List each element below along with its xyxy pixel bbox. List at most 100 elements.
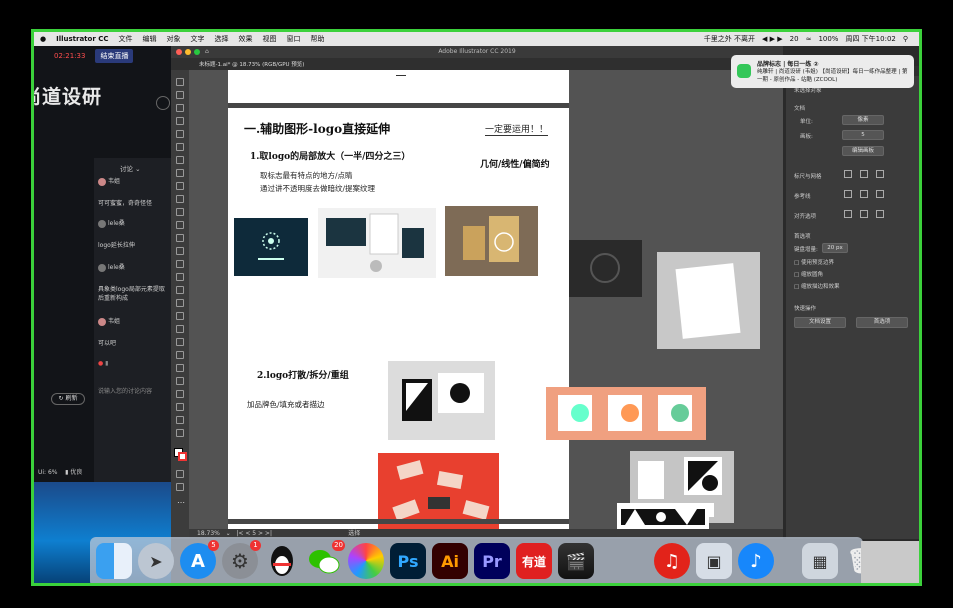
preview-icon[interactable]: ▣ (696, 543, 732, 579)
menu-select[interactable]: 选择 (215, 34, 229, 44)
document-tab[interactable]: 未标题-1.ai* @ 18.73% (RGB/GPU 预览) (199, 60, 304, 68)
guides-icon[interactable] (844, 190, 852, 198)
unit-select[interactable]: 像素 (842, 115, 884, 125)
screen-mode-icon[interactable] (176, 483, 184, 491)
blend-tool-icon[interactable] (176, 351, 184, 359)
edit-artboard-button[interactable]: 编辑画板 (842, 146, 884, 156)
free-transform-tool-icon[interactable] (176, 273, 184, 281)
width-tool-icon[interactable] (176, 260, 184, 268)
launchpad-icon[interactable]: ➤ (138, 543, 174, 579)
record-icon[interactable]: ● (98, 360, 103, 367)
rectangle-tool-icon[interactable] (176, 182, 184, 190)
wechat-icon[interactable]: 20 (306, 540, 345, 579)
menu-view[interactable]: 视图 (263, 34, 277, 44)
apple-icon[interactable]: ● (40, 35, 46, 43)
artboard-canvas-2[interactable]: 2.logo打散/拆分/重组 加品牌色/填充或者描边 (228, 333, 569, 535)
zoom-tool-icon[interactable] (176, 429, 184, 437)
menu-file[interactable]: 文件 (119, 34, 133, 44)
finder-icon[interactable] (96, 543, 132, 579)
minimize-window-button[interactable] (185, 49, 191, 55)
document-setup-button[interactable]: 文档设置 (794, 317, 846, 328)
shaper-tool-icon[interactable] (176, 208, 184, 216)
zoom-level[interactable]: 18.73% (197, 530, 220, 537)
lock-guides-icon[interactable] (876, 190, 884, 198)
wechat-menubar-count[interactable]: 20 (790, 35, 799, 43)
ruler-icon[interactable] (844, 170, 852, 178)
curvature-tool-icon[interactable] (176, 143, 184, 151)
pen-tool-icon[interactable] (176, 130, 184, 138)
netease-music-icon[interactable]: ♫ (654, 543, 690, 579)
checkbox-preview-bounds[interactable]: □ 使用预览边界 (794, 258, 834, 266)
artboard-tool-icon[interactable] (176, 390, 184, 398)
chat-title[interactable]: 讨论 ⌄ (120, 163, 141, 173)
direct-selection-tool-icon[interactable] (176, 91, 184, 99)
music-player-icon[interactable]: ♪ (738, 543, 774, 579)
menu-window[interactable]: 窗口 (287, 34, 301, 44)
folder-icon[interactable]: ▮ (105, 360, 108, 367)
premiere-icon[interactable]: Pr (474, 543, 510, 579)
selection-tool-icon[interactable] (176, 78, 184, 86)
wifi-icon[interactable]: ≈ (806, 35, 812, 43)
search-icon[interactable]: ⚲ (903, 35, 908, 43)
photoshop-icon[interactable]: Ps (390, 543, 426, 579)
key-increment-input[interactable]: 20 px (822, 243, 848, 253)
checkbox-scale-strokes[interactable]: □ 缩放描边和效果 (794, 282, 839, 290)
system-preferences-icon[interactable]: ⚙ 1 (222, 540, 261, 579)
perspective-grid-tool-icon[interactable] (176, 299, 184, 307)
refresh-button[interactable]: ↻ 刷新 (51, 393, 85, 405)
symbol-sprayer-tool-icon[interactable] (176, 364, 184, 372)
hand-tool-icon[interactable] (176, 416, 184, 424)
transparency-grid-icon[interactable] (876, 170, 884, 178)
page-number[interactable]: 5 (252, 530, 256, 537)
preferences-button[interactable]: 首选项 (856, 317, 908, 328)
checkbox-scale-corners[interactable]: □ 缩放圆角 (794, 270, 823, 278)
shape-builder-tool-icon[interactable] (176, 286, 184, 294)
battery-text[interactable]: 100% (818, 35, 838, 43)
now-playing-text[interactable]: 千里之外 不离开 (704, 34, 755, 44)
notification-banner[interactable]: 品牌标志 | 每日一练 ② 纯雕轩 | 尚道设研 (韦姐) 【尚道设研】每日一练… (731, 55, 914, 88)
user-avatar-icon[interactable] (156, 96, 170, 110)
smart-guides-icon[interactable] (860, 190, 868, 198)
eyedropper-tool-icon[interactable] (176, 338, 184, 346)
lasso-tool-icon[interactable] (176, 117, 184, 125)
chat-input[interactable]: 说输入您的讨论内容 (98, 386, 152, 395)
line-tool-icon[interactable] (176, 169, 184, 177)
draw-mode-icon[interactable] (176, 470, 184, 478)
illustrator-icon[interactable]: Ai (432, 543, 468, 579)
mesh-tool-icon[interactable] (176, 312, 184, 320)
menu-object[interactable]: 对象 (167, 34, 181, 44)
eraser-tool-icon[interactable] (176, 221, 184, 229)
more-tools-icon[interactable]: ⋯ (177, 498, 185, 507)
qq-icon[interactable] (264, 543, 300, 579)
photos-icon[interactable] (348, 543, 384, 579)
type-tool-icon[interactable] (176, 156, 184, 164)
youdao-dictionary-icon[interactable]: 有道 (516, 543, 552, 579)
menu-edit[interactable]: 编辑 (143, 34, 157, 44)
media-controls-icon[interactable]: ◀ ▶ ▶ (762, 35, 783, 43)
clock-text[interactable]: 周四 下午10:02 (845, 34, 895, 44)
rotate-tool-icon[interactable] (176, 234, 184, 242)
column-graph-tool-icon[interactable] (176, 377, 184, 385)
menu-help[interactable]: 帮助 (311, 34, 325, 44)
align-key-icon[interactable] (876, 210, 884, 218)
paintbrush-tool-icon[interactable] (176, 195, 184, 203)
home-icon[interactable]: ⌂ (205, 46, 209, 58)
app-store-icon[interactable]: A5 (180, 540, 219, 579)
close-window-button[interactable] (176, 49, 182, 55)
slice-tool-icon[interactable] (176, 403, 184, 411)
magic-wand-tool-icon[interactable] (176, 104, 184, 112)
end-live-button[interactable]: 结束直播 (95, 49, 134, 63)
final-cut-icon[interactable]: 🎬 (558, 543, 594, 579)
menu-type[interactable]: 文字 (191, 34, 205, 44)
screenshot-folder-icon[interactable]: ▦ (802, 543, 838, 579)
scale-tool-icon[interactable] (176, 247, 184, 255)
gradient-tool-icon[interactable] (176, 325, 184, 333)
menubar-app-name[interactable]: Illustrator CC (56, 35, 108, 43)
grid-icon[interactable] (860, 170, 868, 178)
align-pixel-icon[interactable] (844, 210, 852, 218)
stroke-color-swatch[interactable] (178, 452, 187, 461)
artboard-select[interactable]: 5 (842, 130, 884, 140)
zoom-window-button[interactable] (194, 49, 200, 55)
align-glyph-icon[interactable] (860, 210, 868, 218)
menu-effect[interactable]: 效果 (239, 34, 253, 44)
